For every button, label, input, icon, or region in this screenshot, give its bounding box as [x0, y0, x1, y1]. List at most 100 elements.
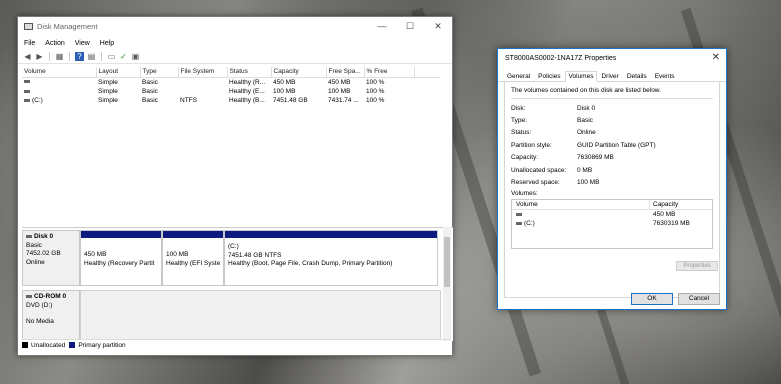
- c-drive-partition[interactable]: (C:) 7451.48 GB NTFS Healthy (Boot, Page…: [224, 230, 438, 286]
- disk-0-label[interactable]: Disk 0 Basic 7452.02 GB Online: [22, 230, 80, 286]
- disk-type: Basic: [26, 241, 42, 249]
- column-header-status[interactable]: Status: [227, 67, 272, 78]
- legend-unallocated: Unallocated: [22, 342, 65, 349]
- divider: [511, 98, 713, 99]
- tab-details[interactable]: Details: [623, 71, 651, 81]
- cell-free-space: 450 MB: [328, 78, 351, 86]
- field-status: Status: Online: [511, 129, 596, 137]
- disk-management-icon: [24, 23, 33, 30]
- field-disk: Disk: Disk 0: [511, 104, 596, 112]
- column-header-file-system[interactable]: File System: [178, 67, 228, 78]
- legend-primary: Primary partition: [69, 342, 126, 349]
- disk-size: 7452.02 GB: [26, 250, 61, 257]
- volume-list: Volume Layout Type File System Status Ca…: [22, 67, 440, 106]
- tab-events[interactable]: Events: [651, 71, 679, 81]
- cell-volume: [22, 77, 96, 87]
- ok-button[interactable]: OK: [631, 293, 673, 305]
- dialog-footer: OK Cancel: [631, 293, 720, 305]
- tab-driver[interactable]: Driver: [597, 71, 622, 81]
- column-header-layout[interactable]: Layout: [96, 67, 141, 78]
- table-row[interactable]: Simple Basic Healthy (E... 100 MB 100 MB…: [22, 87, 440, 97]
- tab-policies[interactable]: Policies: [534, 71, 564, 81]
- menu-help[interactable]: Help: [100, 40, 114, 47]
- field-unallocated-space: Unallocated space: 0 MB: [511, 166, 593, 174]
- maximize-button[interactable]: ☐: [396, 17, 424, 36]
- intro-text: The volumes contained on this disk are l…: [511, 87, 661, 94]
- field-partition-style: Partition style: GUID Partition Table (GP…: [511, 141, 656, 149]
- window-title: Disk Management: [37, 22, 98, 31]
- cell-capacity: 100 MB: [273, 87, 296, 95]
- column-header-free-space[interactable]: Free Spa...: [326, 67, 365, 78]
- table-row[interactable]: Simple Basic Healthy (R... 450 MB 450 MB…: [22, 77, 440, 87]
- properties-icon[interactable]: ▣: [131, 52, 140, 61]
- column-header-type[interactable]: Type: [140, 67, 179, 78]
- volume-icon: [24, 89, 30, 93]
- column-header-volume[interactable]: Volume: [512, 199, 650, 209]
- column-header-capacity[interactable]: Capacity: [650, 201, 678, 208]
- list-item[interactable]: (C:) 7630319 MB: [512, 219, 712, 229]
- vertical-scrollbar[interactable]: [443, 227, 451, 341]
- menu-file[interactable]: File: [24, 40, 35, 47]
- volumes-list: Volume Capacity 450 MB (C:) 7630319 MB: [511, 198, 713, 249]
- disk-properties-dialog: ST8000AS0002-1NA17Z Properties ✕ General…: [497, 48, 727, 310]
- cell-status: Healthy (R...: [229, 78, 266, 86]
- cell-status: Healthy (E...: [229, 87, 265, 95]
- tab-strip: General Policies Volumes Driver Details …: [498, 71, 726, 82]
- list-view-icon[interactable]: ▤: [87, 52, 96, 61]
- dialog-title: ST8000AS0002-1NA17Z Properties: [505, 54, 617, 62]
- field-type: Type: Basic: [511, 117, 593, 125]
- table-row[interactable]: (C:) Simple Basic NTFS Healthy (B... 745…: [22, 96, 440, 106]
- cell-file-system: NTFS: [180, 97, 197, 105]
- cell-volume: [22, 87, 96, 97]
- efi-partition[interactable]: 100 MB Healthy (EFI Syste: [162, 230, 224, 286]
- tab-general[interactable]: General: [503, 71, 534, 81]
- scrollbar-thumb[interactable]: [444, 237, 450, 287]
- legend: Unallocated Primary partition: [22, 339, 450, 351]
- cdrom-name: CD-ROM 0: [34, 293, 67, 300]
- cell-percent-free: 100 %: [366, 78, 385, 86]
- unallocated-swatch: [22, 342, 28, 349]
- partition-status: Healthy (Recovery Partit: [84, 259, 155, 267]
- column-header-volume[interactable]: Volume: [22, 67, 97, 78]
- column-header-capacity[interactable]: Capacity: [271, 67, 327, 78]
- cdrom-type: DVD (D:): [26, 301, 53, 309]
- cell-file-system: [178, 77, 227, 87]
- tab-volumes[interactable]: Volumes: [564, 71, 598, 82]
- recovery-partition[interactable]: 450 MB Healthy (Recovery Partit: [80, 230, 162, 286]
- cell-free-space: 7431.74 ...: [328, 97, 359, 105]
- cdrom-media: No Media: [26, 318, 54, 325]
- volumes-list-header: Volume Capacity: [512, 199, 712, 210]
- minimize-button[interactable]: —: [368, 17, 396, 36]
- close-icon[interactable]: ✕: [712, 52, 720, 63]
- help-icon[interactable]: ?: [75, 52, 84, 61]
- forward-arrow-icon[interactable]: ▶: [35, 52, 44, 61]
- dialog-title-bar[interactable]: ST8000AS0002-1NA17Z Properties ✕: [498, 49, 726, 67]
- cell-free-space: 100 MB: [328, 87, 351, 95]
- toolbar-separator: [101, 52, 102, 61]
- connect-icon[interactable]: ▭: [107, 52, 116, 61]
- title-bar[interactable]: Disk Management — ☐ ✕: [18, 17, 452, 36]
- checkmark-icon[interactable]: ✓: [119, 52, 128, 61]
- cell-layout: Simple: [98, 97, 118, 105]
- toolbar-separator: [49, 52, 50, 61]
- console-tree-icon[interactable]: ▦: [55, 52, 64, 61]
- properties-button[interactable]: Properties: [676, 261, 718, 271]
- graphical-disk-view: Disk 0 Basic 7452.02 GB Online 450 MB He…: [22, 227, 453, 341]
- menu-action[interactable]: Action: [45, 40, 64, 47]
- cdrom-area: [80, 290, 441, 340]
- cell-capacity: 7451.48 GB: [273, 97, 308, 105]
- list-item[interactable]: 450 MB: [512, 210, 712, 220]
- volume-icon: [516, 212, 522, 216]
- cell-type: Basic: [142, 78, 158, 86]
- close-button[interactable]: ✕: [424, 17, 452, 36]
- volume-icon: [24, 99, 30, 103]
- cell-file-system: [178, 87, 227, 97]
- column-header-percent-free[interactable]: % Free: [364, 67, 415, 78]
- disk-name: Disk 0: [34, 233, 54, 240]
- volume-icon: [516, 222, 522, 226]
- menu-view[interactable]: View: [75, 40, 90, 47]
- back-arrow-icon[interactable]: ◀: [23, 52, 32, 61]
- partition-name: (C:): [228, 243, 239, 250]
- cdrom-0-label[interactable]: CD-ROM 0 DVD (D:) No Media: [22, 290, 80, 340]
- cancel-button[interactable]: Cancel: [678, 293, 720, 305]
